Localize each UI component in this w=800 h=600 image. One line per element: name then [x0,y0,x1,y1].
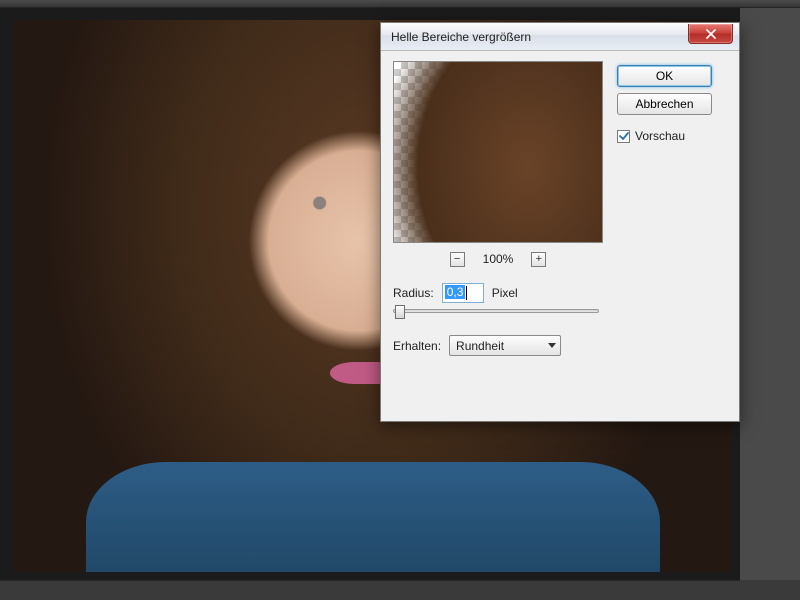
minus-icon: − [454,254,460,265]
radius-row: Radius: 0,3 Pixel [393,283,603,303]
preview-image [393,61,603,243]
radius-input[interactable]: 0,3 [442,283,484,303]
chevron-down-icon [548,343,556,348]
text-caret [466,286,467,300]
preserve-row: Erhalten: Rundheit [393,335,603,356]
radius-value: 0,3 [445,285,466,299]
dialog-title: Helle Bereiche vergrößern [391,30,531,44]
radius-unit: Pixel [492,286,518,300]
dialog-left-column: − 100% + Radius: 0,3 Pixel Er [393,61,603,411]
slider-thumb[interactable] [395,305,405,319]
dialog-right-column: OK Abbrechen Vorschau [617,61,712,411]
slider-track [393,309,599,313]
horizontal-scrollbar[interactable] [0,580,740,600]
zoom-level: 100% [483,252,514,266]
close-icon [706,29,716,39]
checkmark-icon [619,131,629,141]
dialog-titlebar[interactable]: Helle Bereiche vergrößern [381,23,739,51]
side-panel [740,8,800,580]
radius-slider[interactable] [393,309,599,313]
plus-icon: + [536,254,542,265]
zoom-controls: − 100% + [393,249,603,269]
zoom-out-button[interactable]: − [450,252,465,267]
ok-label: OK [656,69,673,83]
cancel-button[interactable]: Abbrechen [617,93,712,115]
preview-checkbox-label: Vorschau [635,129,685,143]
preserve-combobox[interactable]: Rundheit [449,335,561,356]
maximum-filter-dialog: Helle Bereiche vergrößern − 100% + Radiu… [380,22,740,422]
preview-toggle-row: Vorschau [617,129,712,143]
image-detail [86,462,660,572]
preview-checkbox[interactable] [617,130,630,143]
preserve-value: Rundheit [456,339,504,353]
dialog-body: − 100% + Radius: 0,3 Pixel Er [381,51,739,421]
zoom-in-button[interactable]: + [531,252,546,267]
preserve-label: Erhalten: [393,339,441,353]
close-button[interactable] [688,24,733,44]
ok-button[interactable]: OK [617,65,712,87]
filter-preview[interactable] [393,61,603,243]
radius-label: Radius: [393,286,434,300]
cancel-label: Abbrechen [635,97,693,111]
app-toolbar [0,0,800,8]
